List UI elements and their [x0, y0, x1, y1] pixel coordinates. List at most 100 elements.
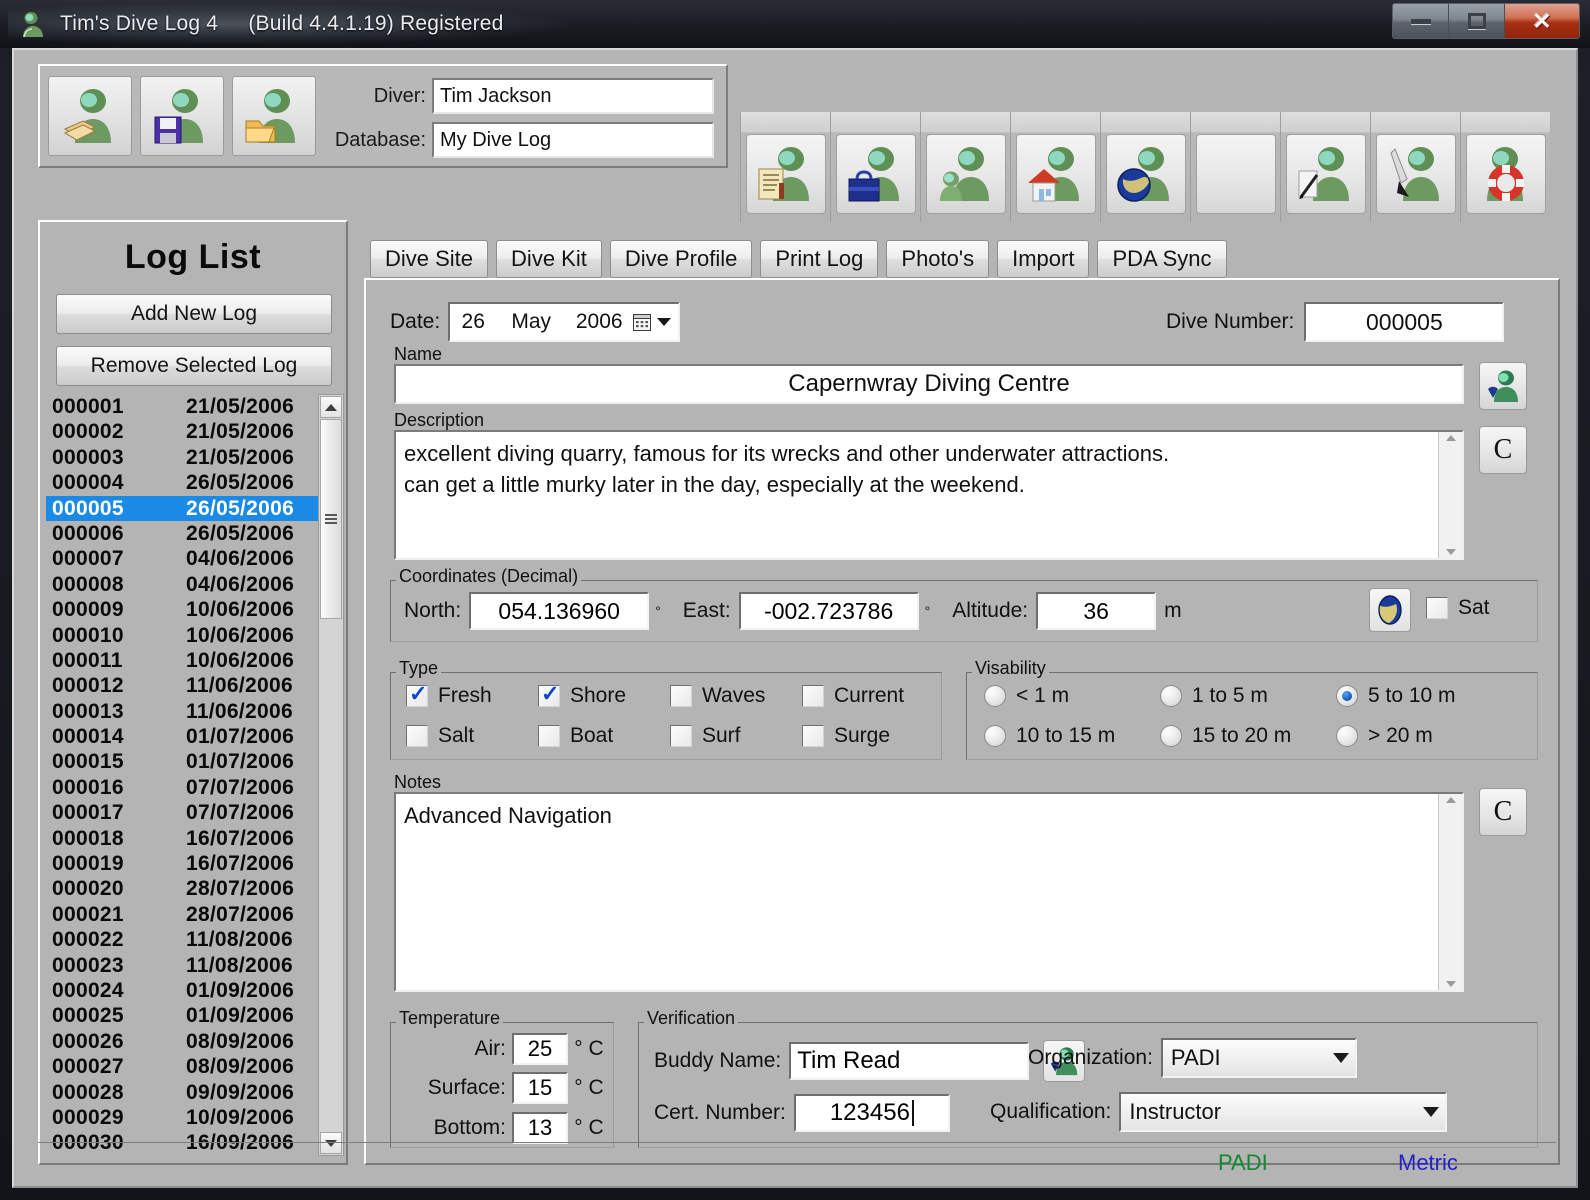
tab-dive-site[interactable]: Dive Site: [370, 240, 488, 278]
log-list-item[interactable]: 00002501/09/2006: [46, 1003, 318, 1028]
radio-button[interactable]: [1336, 685, 1358, 707]
date-picker[interactable]: 26 May 2006: [448, 302, 680, 342]
log-list-item[interactable]: 00000626/05/2006: [46, 521, 318, 546]
database-input[interactable]: My Dive Log: [432, 122, 714, 158]
world-map-button[interactable]: [1100, 112, 1190, 222]
checkbox[interactable]: [670, 685, 692, 707]
visibility-option-10-to-15-m[interactable]: 10 to 15 m: [984, 724, 1160, 748]
log-list-item[interactable]: 00001311/06/2006: [46, 699, 318, 724]
type-option-boat[interactable]: Boat: [538, 724, 670, 748]
type-option-current[interactable]: Current: [802, 684, 934, 708]
description-scrollbar[interactable]: [1438, 432, 1462, 558]
checkbox[interactable]: [538, 725, 560, 747]
notes-clear-button[interactable]: C: [1479, 788, 1527, 836]
scrollbar-thumb[interactable]: [320, 419, 342, 619]
chevron-down-icon[interactable]: [1446, 981, 1456, 987]
log-list[interactable]: 00000121/05/200600000221/05/200600000321…: [46, 394, 318, 1156]
log-list-item[interactable]: 00000910/06/2006: [46, 597, 318, 622]
radio-button[interactable]: [1336, 725, 1358, 747]
visibility-option--1-m[interactable]: < 1 m: [984, 684, 1160, 708]
type-option-surf[interactable]: Surf: [670, 724, 802, 748]
visibility-option-5-to-10-m[interactable]: 5 to 10 m: [1336, 684, 1512, 708]
tab-pda-sync[interactable]: PDA Sync: [1097, 240, 1226, 278]
add-new-log-button[interactable]: Add New Log: [56, 294, 332, 334]
tab-print-log[interactable]: Print Log: [760, 240, 878, 278]
radio-button[interactable]: [984, 685, 1006, 707]
visibility-option-1-to-5-m[interactable]: 1 to 5 m: [1160, 684, 1336, 708]
log-list-item[interactable]: 00001501/07/2006: [46, 749, 318, 774]
sat-checkbox[interactable]: [1426, 597, 1448, 619]
save-log-button[interactable]: [140, 76, 224, 156]
description-clear-button[interactable]: C: [1479, 426, 1527, 474]
checkbox[interactable]: [670, 725, 692, 747]
buddies-button[interactable]: [920, 112, 1010, 222]
chevron-up-icon[interactable]: [1446, 797, 1456, 803]
temp-air-input[interactable]: 25: [512, 1033, 568, 1065]
scroll-up-button[interactable]: [320, 396, 342, 418]
checkbox[interactable]: [406, 685, 428, 707]
log-list-item[interactable]: 00000804/06/2006: [46, 572, 318, 597]
log-list-item[interactable]: 00002401/09/2006: [46, 978, 318, 1003]
log-list-item[interactable]: 00002608/09/2006: [46, 1029, 318, 1054]
log-list-item[interactable]: 00002809/09/2006: [46, 1080, 318, 1105]
blank-button[interactable]: [1190, 112, 1280, 222]
tab-import[interactable]: Import: [997, 240, 1089, 278]
checkbox[interactable]: [802, 685, 824, 707]
log-list-item[interactable]: 00001916/07/2006: [46, 851, 318, 876]
checkbox[interactable]: [406, 725, 428, 747]
radio-button[interactable]: [984, 725, 1006, 747]
east-input[interactable]: -002.723786: [739, 592, 919, 630]
type-option-surge[interactable]: Surge: [802, 724, 934, 748]
qualification-select[interactable]: Instructor: [1119, 1092, 1447, 1132]
help-button[interactable]: [1460, 112, 1550, 222]
type-option-salt[interactable]: Salt: [406, 724, 538, 748]
log-list-item[interactable]: 00001211/06/2006: [46, 673, 318, 698]
dive-sites-button[interactable]: [1010, 112, 1100, 222]
temp-bottom-input[interactable]: 13: [512, 1112, 568, 1144]
log-list-item[interactable]: 00002910/09/2006: [46, 1105, 318, 1130]
log-list-item[interactable]: 00000526/05/2006: [46, 496, 318, 521]
log-list-item[interactable]: 00000221/05/2006: [46, 419, 318, 444]
log-list-item[interactable]: 00002028/07/2006: [46, 876, 318, 901]
description-text[interactable]: excellent diving quarry, famous for its …: [396, 432, 1438, 558]
checkbox[interactable]: [802, 725, 824, 747]
altitude-input[interactable]: 36: [1036, 592, 1156, 630]
date-dropdown[interactable]: [632, 312, 671, 332]
chevron-down-icon[interactable]: [1446, 549, 1456, 555]
type-option-shore[interactable]: Shore: [538, 684, 670, 708]
type-option-waves[interactable]: Waves: [670, 684, 802, 708]
certificates-button[interactable]: [740, 112, 830, 222]
log-list-item[interactable]: 00001401/07/2006: [46, 724, 318, 749]
radio-button[interactable]: [1160, 725, 1182, 747]
tab-dive-kit[interactable]: Dive Kit: [496, 240, 602, 278]
globe-button[interactable]: [1369, 588, 1411, 632]
dive-number-input[interactable]: 000005: [1304, 302, 1504, 342]
log-list-item[interactable]: 00001707/07/2006: [46, 800, 318, 825]
radio-button[interactable]: [1160, 685, 1182, 707]
log-list-item[interactable]: 00001607/07/2006: [46, 775, 318, 800]
new-log-button[interactable]: [48, 76, 132, 156]
sat-checkbox-row[interactable]: Sat: [1426, 596, 1490, 620]
name-picker-button[interactable]: [1479, 362, 1527, 410]
maximize-button[interactable]: [1449, 4, 1505, 38]
temp-surface-input[interactable]: 15: [512, 1072, 568, 1104]
type-option-fresh[interactable]: Fresh: [406, 684, 538, 708]
tab-photo-s[interactable]: Photo's: [886, 240, 989, 278]
notes-textarea[interactable]: Advanced Navigation: [394, 792, 1464, 992]
diver-input[interactable]: Tim Jackson: [432, 78, 714, 114]
notes-text[interactable]: Advanced Navigation: [396, 794, 1438, 990]
dive-kit-button[interactable]: [830, 112, 920, 222]
north-input[interactable]: 054.136960: [469, 592, 649, 630]
open-log-button[interactable]: [232, 76, 316, 156]
cert-number-input[interactable]: 123456: [794, 1094, 950, 1132]
notes-scrollbar[interactable]: [1438, 794, 1462, 990]
chevron-up-icon[interactable]: [1446, 435, 1456, 441]
log-list-item[interactable]: 00001010/06/2006: [46, 623, 318, 648]
minimize-button[interactable]: [1393, 4, 1449, 38]
log-list-item[interactable]: 00000426/05/2006: [46, 470, 318, 495]
log-list-item[interactable]: 00001110/06/2006: [46, 648, 318, 673]
close-button[interactable]: ✕: [1505, 4, 1579, 38]
buddy-name-input[interactable]: Tim Read: [789, 1042, 1029, 1080]
log-list-item[interactable]: 00002211/08/2006: [46, 927, 318, 952]
log-list-scrollbar[interactable]: [318, 394, 344, 1156]
